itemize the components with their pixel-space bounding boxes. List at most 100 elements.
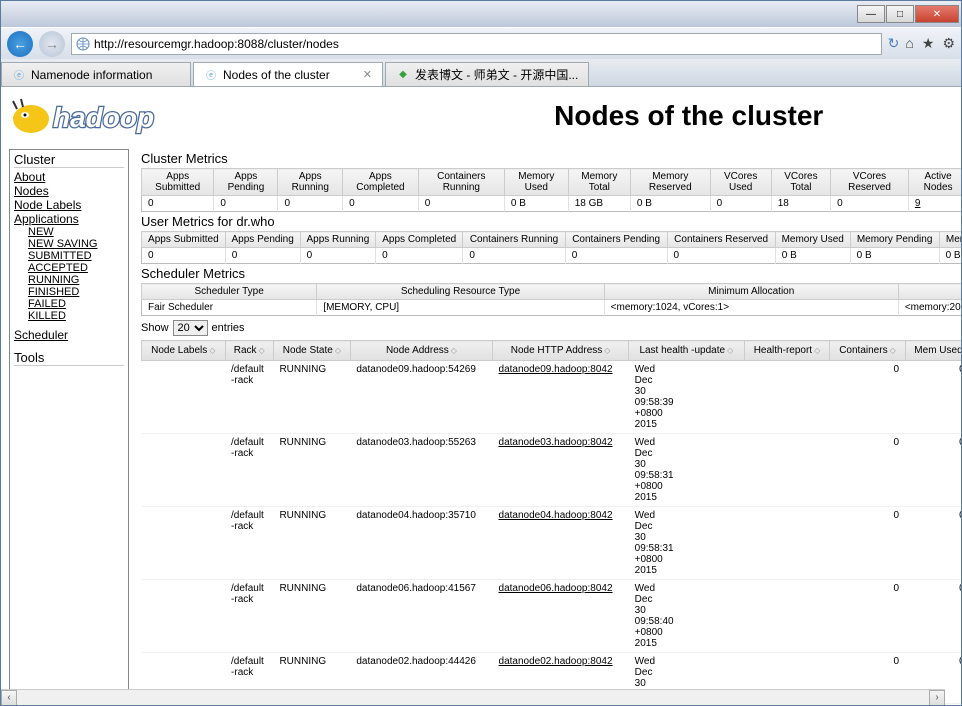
maximize-button[interactable]: □ — [886, 5, 914, 23]
col-header: Apps Submitted — [142, 169, 214, 196]
nodes-col-header[interactable]: Containers◇ — [830, 341, 905, 361]
col-header: Memory Reserved — [630, 169, 710, 196]
site-icon: ◆ — [396, 68, 410, 82]
home-icon[interactable]: ⌂ — [905, 35, 913, 52]
metric-value: 0 — [300, 248, 376, 264]
sidebar-state-finished[interactable]: FINISHED — [28, 286, 124, 298]
sidebar-cluster-header: Cluster — [14, 152, 124, 168]
tab-blog[interactable]: ◆ 发表博文 - 师弟文 - 开源中国... — [385, 62, 589, 86]
sidebar-node-labels[interactable]: Node Labels — [14, 198, 124, 212]
metric-value: 9 — [908, 196, 961, 212]
col-header: Scheduling Resource Type — [317, 284, 604, 300]
col-header: Scheduler Type — [142, 284, 317, 300]
metric-value: 0 — [710, 196, 771, 212]
nodes-col-header[interactable]: Node State◇ — [273, 341, 350, 361]
metric-value: 18 GB — [568, 196, 630, 212]
favorites-icon[interactable]: ★ — [922, 35, 935, 52]
metric-value: 0 — [667, 248, 775, 264]
cell: 0 — [830, 361, 905, 434]
sidebar-applications[interactable]: Applications — [14, 212, 124, 226]
metric-value: 0 B — [630, 196, 710, 212]
sidebar-state-submitted[interactable]: SUBMITTED — [28, 250, 124, 262]
sidebar-nodes[interactable]: Nodes — [14, 184, 124, 198]
metric-value: 0 — [463, 248, 565, 264]
forward-button[interactable]: → — [39, 31, 65, 57]
nodes-col-header[interactable]: Rack◇ — [225, 341, 273, 361]
window-titlebar: — □ ✕ — [1, 1, 961, 27]
sidebar-state-running[interactable]: RUNNING — [28, 274, 124, 286]
minimize-button[interactable]: — — [857, 5, 885, 23]
close-button[interactable]: ✕ — [915, 5, 959, 23]
cell — [142, 361, 226, 434]
metric-value: 0 — [225, 248, 300, 264]
nodes-col-header[interactable]: Node Address◇ — [350, 341, 492, 361]
col-header: Apps Completed — [343, 169, 419, 196]
col-header: VCores Used — [710, 169, 771, 196]
scheduler-metrics-table: Scheduler TypeScheduling Resource TypeMi… — [141, 283, 961, 316]
sidebar-state-new-saving[interactable]: NEW SAVING — [28, 238, 124, 250]
node-http-link[interactable]: datanode09.hadoop:8042 — [499, 364, 613, 375]
sidebar-state-killed[interactable]: KILLED — [28, 310, 124, 322]
metric-value: 18 — [771, 196, 830, 212]
node-http-link[interactable]: datanode02.hadoop:8042 — [499, 656, 613, 667]
tab-close-icon[interactable]: ✕ — [363, 68, 372, 81]
col-header: Maximum Allocation — [898, 284, 961, 300]
scroll-left-arrow[interactable]: ‹ — [1, 690, 17, 706]
nodes-col-header[interactable]: Last health -update◇ — [629, 341, 744, 361]
col-header: Memory Used — [504, 169, 568, 196]
horizontal-scrollbar[interactable]: ‹ › — [1, 689, 945, 705]
metric-link[interactable]: 9 — [915, 198, 921, 209]
node-http-link[interactable]: datanode06.hadoop:8042 — [499, 583, 613, 594]
address-bar[interactable]: http://resourcemgr.hadoop:8088/cluster/n… — [71, 33, 882, 55]
cell: 0 — [830, 580, 905, 653]
metric-value: [MEMORY, CPU] — [317, 300, 604, 316]
col-header: Containers Pending — [565, 232, 667, 248]
col-header: Containers Running — [463, 232, 565, 248]
cell — [142, 507, 226, 580]
hadoop-logo: hadoop — [9, 91, 209, 141]
col-header: Memory Pending — [850, 232, 939, 248]
nodes-col-header[interactable]: Health-report◇ — [744, 341, 830, 361]
back-button[interactable]: ← — [7, 31, 33, 57]
sidebar-scheduler[interactable]: Scheduler — [14, 328, 68, 342]
cell: /default-rack — [225, 434, 273, 507]
sidebar-state-failed[interactable]: FAILED — [28, 298, 124, 310]
sidebar-state-new[interactable]: NEW — [28, 226, 124, 238]
metric-value: 0 — [565, 248, 667, 264]
cell: /default-rack — [225, 507, 273, 580]
metric-value: 0 — [343, 196, 419, 212]
tab-namenode[interactable]: ⓔ Namenode information — [1, 62, 191, 86]
page-size-select[interactable]: 20 — [173, 320, 208, 336]
cell: 0 B — [905, 507, 961, 580]
col-header: Active Nodes — [908, 169, 961, 196]
cell: 0 — [830, 434, 905, 507]
table-row: /default-rackRUNNINGdatanode09.hadoop:54… — [142, 361, 962, 434]
cell: RUNNING — [273, 507, 350, 580]
metric-value: 0 — [831, 196, 909, 212]
col-header: Apps Running — [278, 169, 343, 196]
tab-nodes[interactable]: ⓔ Nodes of the cluster ✕ — [193, 62, 383, 86]
refresh-button[interactable]: ↻ — [888, 35, 900, 52]
tools-icon[interactable]: ⚙ — [942, 35, 955, 52]
nodes-col-header[interactable]: Node HTTP Address◇ — [493, 341, 629, 361]
col-header: VCores Reserved — [831, 169, 909, 196]
show-label: Show — [141, 322, 169, 334]
sidebar-about[interactable]: About — [14, 170, 124, 184]
cluster-metrics-title: Cluster Metrics — [141, 151, 961, 166]
node-http-link[interactable]: datanode03.hadoop:8042 — [499, 437, 613, 448]
sidebar-tools-header: Tools — [14, 350, 124, 366]
cell: datanode09.hadoop:8042 — [493, 361, 629, 434]
user-metrics-title: User Metrics for dr.who — [141, 214, 961, 229]
cell: WedDec3009:58:31+08002015 — [629, 507, 744, 580]
scroll-right-arrow[interactable]: › — [929, 690, 945, 706]
nodes-table: Node Labels◇Rack◇Node State◇Node Address… — [141, 340, 961, 704]
user-metrics-table: Apps SubmittedApps PendingApps RunningAp… — [141, 231, 961, 264]
cell: datanode06.hadoop:41567 — [350, 580, 492, 653]
cell: datanode04.hadoop:8042 — [493, 507, 629, 580]
node-http-link[interactable]: datanode04.hadoop:8042 — [499, 510, 613, 521]
nodes-col-header[interactable]: Node Labels◇ — [142, 341, 226, 361]
browser-window: — □ ✕ ← → http://resourcemgr.hadoop:8088… — [0, 0, 962, 706]
sidebar-state-accepted[interactable]: ACCEPTED — [28, 262, 124, 274]
nodes-col-header[interactable]: Mem Used◇ — [905, 341, 961, 361]
sidebar: Cluster About Nodes Node Labels Applicat… — [9, 149, 129, 704]
